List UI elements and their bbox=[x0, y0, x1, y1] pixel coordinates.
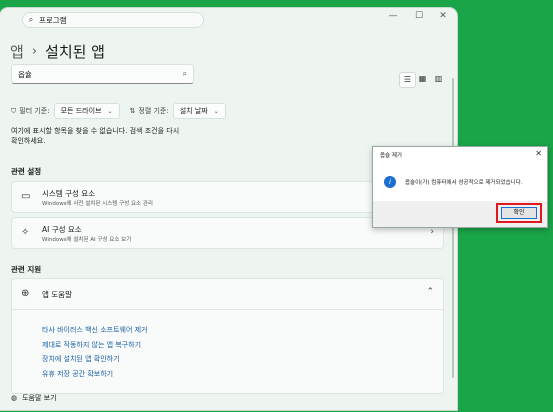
card-title: AI 구성 요소 bbox=[42, 225, 82, 234]
chevron-up-icon: ⌃ bbox=[426, 287, 434, 297]
chevron-down-icon: ⌄ bbox=[213, 107, 219, 115]
app-search-input[interactable]: 옵슐 ⌕ bbox=[11, 64, 194, 84]
card-title: 시스템 구성 요소 bbox=[42, 189, 96, 198]
card-description: Windows에 설치된 AI 구성 요소 보기 bbox=[42, 237, 132, 243]
sort-label: ⇅ 정렬 기준: bbox=[129, 107, 169, 115]
list-view-button[interactable]: ☰ bbox=[399, 72, 416, 88]
empty-message: 여기에 표시할 항목을 찾을 수 없습니다. 검색 조건을 다시 확인하세요. bbox=[11, 127, 180, 145]
help-link[interactable]: 타사 바이러스 백신 소프트웨어 제거 bbox=[42, 323, 148, 338]
breadcrumb-separator: › bbox=[31, 44, 38, 59]
app-search-value: 옵슐 bbox=[18, 69, 32, 79]
tile-view-button[interactable]: ▥ bbox=[431, 72, 446, 86]
search-icon: ⌕ bbox=[28, 15, 34, 24]
related-support-heading: 관련 지원 bbox=[11, 265, 42, 274]
app-help-card: ⊕ 앱 도움말 ⌃ 타사 바이러스 백신 소프트웨어 제거 제대로 작동하지 않… bbox=[11, 278, 444, 394]
app-help-title: 앱 도움말 bbox=[42, 290, 72, 299]
title-bar: ⌕ 프로그램 — ☐ ✕ bbox=[0, 8, 457, 32]
help-link[interactable]: 유휴 저장 공간 확보하기 bbox=[42, 367, 148, 382]
close-window-button[interactable]: ✕ bbox=[434, 11, 452, 21]
filter-bar: ⛉ 필터 기준: 모든 드라이브 ⌄ ⇅ 정렬 기준: 설치 날짜 ⌄ bbox=[11, 103, 226, 119]
ok-button[interactable]: 확인 bbox=[501, 207, 537, 219]
drive-filter-dropdown[interactable]: 모든 드라이브 ⌄ bbox=[53, 103, 120, 119]
help-link[interactable]: 장치에 설치된 앱 확인하기 bbox=[42, 352, 148, 367]
titlebar-search-value: 프로그램 bbox=[39, 15, 67, 25]
search-icon: ⌕ bbox=[182, 69, 187, 78]
maximize-button[interactable]: ☐ bbox=[410, 11, 428, 21]
info-icon: i bbox=[384, 176, 396, 188]
related-settings-heading: 관련 설정 bbox=[11, 167, 42, 176]
help-links: 타사 바이러스 백신 소프트웨어 제거 제대로 작동하지 않는 앱 복구하기 장… bbox=[42, 323, 148, 381]
globe-icon: ⊕ bbox=[21, 288, 30, 299]
sparkle-icon: ✧ bbox=[21, 227, 30, 238]
grid-view-button[interactable]: ▦ bbox=[415, 72, 430, 86]
system-components-icon: ▭ bbox=[21, 191, 31, 202]
get-help-link[interactable]: ◍ 도움말 보기 bbox=[11, 393, 57, 403]
breadcrumb: 앱 › 설치된 앱 bbox=[10, 41, 105, 62]
ok-button-highlight: 확인 bbox=[496, 203, 542, 223]
scrollbar[interactable] bbox=[452, 78, 454, 378]
app-help-header[interactable]: ⊕ 앱 도움말 ⌃ bbox=[12, 279, 443, 310]
sort-icon: ⇅ bbox=[129, 107, 136, 115]
dialog-message: 옵슐이(가) 컴퓨터에서 성공적으로 제거되었습니다. bbox=[405, 180, 523, 186]
minimize-button[interactable]: — bbox=[384, 11, 402, 21]
chevron-right-icon: › bbox=[430, 227, 434, 237]
filter-icon: ⛉ bbox=[11, 106, 17, 115]
chevron-down-icon: ⌄ bbox=[107, 107, 113, 115]
dialog-title: 옵슐 제거 bbox=[380, 153, 402, 159]
card-description: Windows에 사전 설치된 시스템 구성 요소 관리 bbox=[42, 201, 153, 207]
help-link[interactable]: 제대로 작동하지 않는 앱 복구하기 bbox=[42, 338, 148, 353]
sort-dropdown[interactable]: 설치 날짜 ⌄ bbox=[172, 103, 226, 119]
page-title: 설치된 앱 bbox=[45, 43, 105, 61]
filter-label: ⛉ 필터 기준: bbox=[11, 106, 50, 116]
close-icon[interactable]: ✕ bbox=[535, 149, 542, 158]
breadcrumb-apps[interactable]: 앱 bbox=[10, 41, 24, 62]
help-icon: ◍ bbox=[11, 394, 18, 402]
titlebar-search[interactable]: ⌕ 프로그램 bbox=[22, 12, 204, 28]
